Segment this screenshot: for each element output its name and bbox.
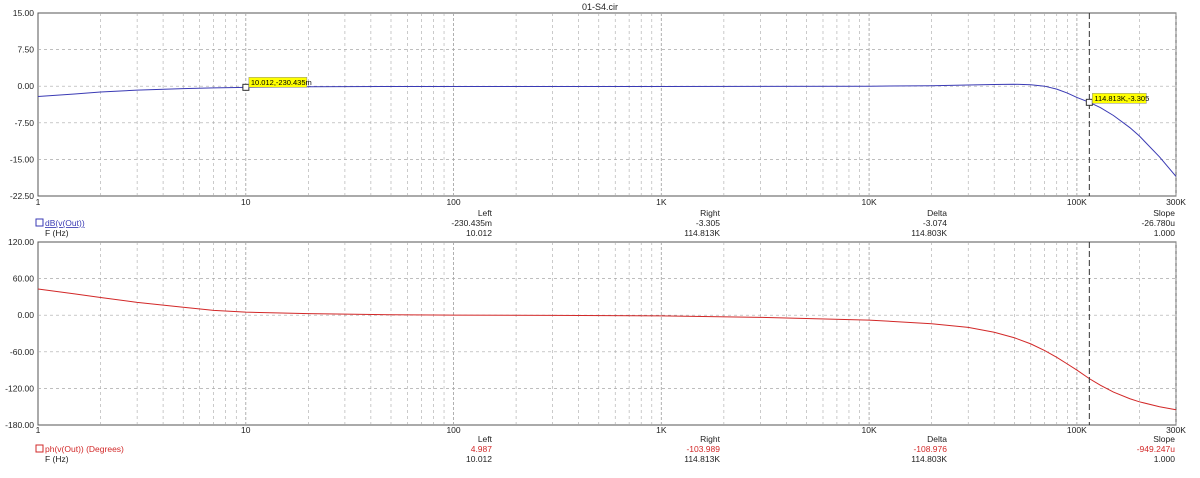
- right-marker-label: 114.813K,-3.305: [1094, 94, 1149, 103]
- phase-x-tick-label: 1K: [656, 425, 667, 435]
- readout-left-header: Left: [478, 208, 493, 218]
- magnitude-x-tick-label: 10: [241, 197, 251, 207]
- readout-left-header: Left: [478, 434, 493, 444]
- magnitude-delta-x: 114.803K: [911, 228, 947, 238]
- chart-title: 01-S4.cir: [582, 2, 618, 12]
- magnitude-right-x: 114.813K: [684, 228, 720, 238]
- magnitude-slope-y: -26.780u: [1141, 218, 1175, 228]
- magnitude-y-tick-label: -22.50: [10, 191, 34, 201]
- phase-x-tick-label: 100K: [1067, 425, 1087, 435]
- magnitude-x-tick-label: 10K: [862, 197, 877, 207]
- phase-x-tick-label: 100: [446, 425, 460, 435]
- phase-x-label: F (Hz): [45, 454, 69, 464]
- readout-right-header: Right: [700, 208, 720, 218]
- magnitude-y-tick-label: 0.00: [17, 81, 34, 91]
- left-marker-point[interactable]: [242, 83, 250, 91]
- magnitude-y-tick-label: 15.00: [13, 8, 35, 18]
- magnitude-x-tick-label: 1: [36, 197, 41, 207]
- phase-x-tick-label: 10K: [862, 425, 877, 435]
- phase-y-tick-label: -120.00: [5, 383, 34, 393]
- magnitude-trace-label[interactable]: dB(v(Out)): [45, 218, 85, 228]
- phase-y-tick-label: 60.00: [13, 274, 35, 284]
- magnitude-right-y: -3.305: [696, 218, 720, 228]
- phase-slope-x: 1.000: [1154, 454, 1176, 464]
- phase-y-tick-label: -60.00: [10, 347, 34, 357]
- magnitude-x-label: F (Hz): [45, 228, 69, 238]
- phase-y-tick-label: 0.00: [17, 310, 34, 320]
- magnitude-x-tick-label: 1K: [656, 197, 667, 207]
- magnitude-y-tick-label: -7.50: [15, 118, 35, 128]
- phase-y-tick-label: 120.00: [8, 237, 34, 247]
- phase-slope-y: -949.247u: [1137, 444, 1176, 454]
- phase-delta-y: -108.976: [913, 444, 947, 454]
- magnitude-y-tick-label: 7.50: [17, 45, 34, 55]
- analysis-window: 01-S4.cir 15.00 7.50 0.00 -7.50 -15.00 -22.50…: [0, 0, 1200, 473]
- phase-right-x: 114.813K: [684, 454, 720, 464]
- phase-x-tick-label: 10: [241, 425, 251, 435]
- magnitude-x-tick-label: 300K: [1166, 197, 1186, 207]
- phase-right-y: -103.989: [686, 444, 720, 454]
- magnitude-delta-y: -3.074: [923, 218, 947, 228]
- right-marker-point[interactable]: [1085, 98, 1093, 106]
- magnitude-x-tick-label: 100K: [1067, 197, 1087, 207]
- readout-delta-header: Delta: [927, 208, 947, 218]
- readout-slope-header: Slope: [1153, 208, 1175, 218]
- magnitude-y-tick-label: -15.00: [10, 154, 34, 164]
- plot-background: [0, 0, 1200, 473]
- readout-slope-header: Slope: [1153, 434, 1175, 444]
- phase-left-x: 10.012: [466, 454, 492, 464]
- readout-right-header: Right: [700, 434, 720, 444]
- phase-left-y: 4.987: [471, 444, 493, 454]
- left-marker-label: 10.012,-230.435m: [251, 78, 312, 87]
- phase-y-tick-label: -180.00: [5, 420, 34, 430]
- bode-plot: 01-S4.cir 15.00 7.50 0.00 -7.50 -15.00 -22.50…: [0, 0, 1200, 473]
- phase-trace-label[interactable]: ph(v(Out)) (Degrees): [45, 444, 124, 454]
- magnitude-x-tick-label: 100: [446, 197, 460, 207]
- magnitude-left-y: -230.435m: [451, 218, 492, 228]
- magnitude-slope-x: 1.000: [1154, 228, 1176, 238]
- phase-delta-x: 114.803K: [911, 454, 947, 464]
- phase-x-tick-label: 1: [36, 425, 41, 435]
- magnitude-left-x: 10.012: [466, 228, 492, 238]
- readout-delta-header: Delta: [927, 434, 947, 444]
